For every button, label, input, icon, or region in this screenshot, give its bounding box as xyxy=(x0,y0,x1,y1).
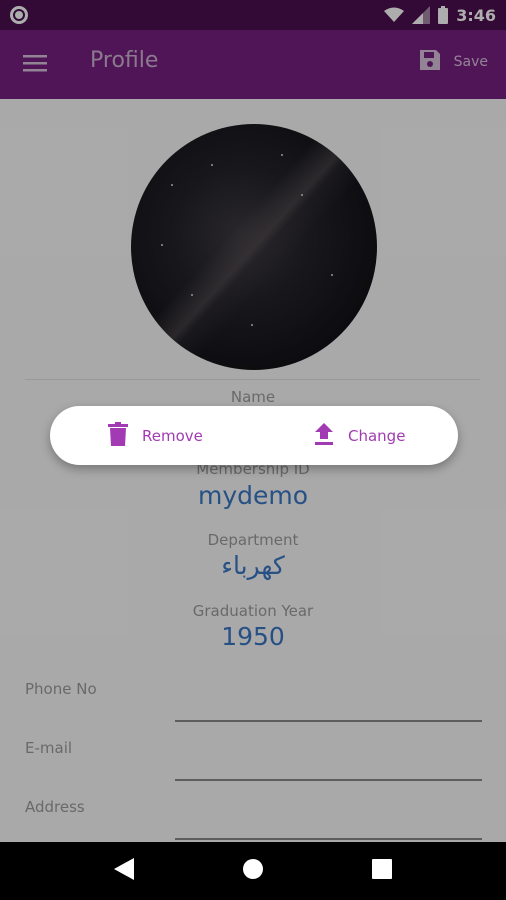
navigation-bar xyxy=(0,842,506,900)
home-icon[interactable] xyxy=(242,858,264,884)
change-label: Change xyxy=(348,426,406,445)
recents-icon[interactable] xyxy=(372,859,392,883)
change-button[interactable]: Change xyxy=(314,406,405,465)
back-icon[interactable] xyxy=(114,858,134,884)
photo-options-popup: Remove Change xyxy=(50,406,458,465)
trash-icon xyxy=(108,421,128,450)
remove-label: Remove xyxy=(142,426,203,445)
remove-button[interactable]: Remove xyxy=(108,406,203,465)
upload-icon xyxy=(314,422,334,449)
